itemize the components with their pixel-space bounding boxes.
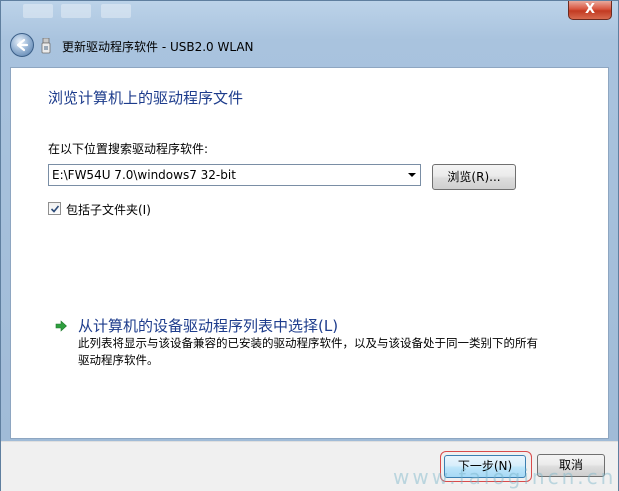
page-heading: 浏览计算机上的驱动程序文件 — [48, 89, 244, 107]
usb-device-icon — [41, 38, 51, 54]
search-location-label: 在以下位置搜索驱动程序软件: — [48, 142, 209, 156]
title-bar: X — [1, 1, 618, 27]
menu-ghost — [61, 4, 91, 18]
driver-path-value: E:\FW54U 7.0\windows7 32-bit — [52, 168, 236, 182]
green-arrow-icon — [54, 319, 68, 333]
browse-button[interactable]: 浏览(R)... — [432, 164, 516, 190]
include-subfolders-label[interactable]: 包括子文件夹(I) — [66, 201, 151, 218]
back-arrow-icon — [16, 38, 29, 52]
wizard-title: 更新驱动程序软件 - USB2.0 WLAN — [62, 40, 254, 54]
wizard-window: X 更新驱动程序软件 - USB2.0 WLAN 浏览计算机上的驱动程序文件 在… — [0, 0, 619, 491]
menu-ghost — [101, 4, 131, 18]
next-button[interactable]: 下一步(N) — [444, 455, 526, 478]
content-panel: 浏览计算机上的驱动程序文件 在以下位置搜索驱动程序软件: E:\FW54U 7.… — [10, 67, 609, 439]
next-button-highlight: 下一步(N) — [440, 451, 532, 482]
button-bar: 下一步(N) 取消 — [1, 441, 618, 491]
pick-from-list-link[interactable]: 从计算机的设备驱动程序列表中选择(L) — [78, 315, 338, 336]
checkmark-icon — [50, 205, 60, 213]
navigation-bar: 更新驱动程序软件 - USB2.0 WLAN — [1, 29, 618, 63]
cancel-button[interactable]: 取消 — [537, 454, 605, 477]
close-button[interactable]: X — [568, 1, 612, 20]
driver-path-combobox[interactable]: E:\FW54U 7.0\windows7 32-bit — [48, 164, 421, 186]
back-button[interactable] — [10, 33, 34, 57]
menu-ghost — [23, 4, 53, 18]
dropdown-arrow-icon[interactable] — [408, 173, 416, 177]
pick-from-list-description: 此列表将显示与该设备兼容的已安装的驱动程序软件，以及与该设备处于同一类别下的所有… — [78, 336, 538, 367]
include-subfolders-checkbox[interactable] — [48, 202, 61, 215]
